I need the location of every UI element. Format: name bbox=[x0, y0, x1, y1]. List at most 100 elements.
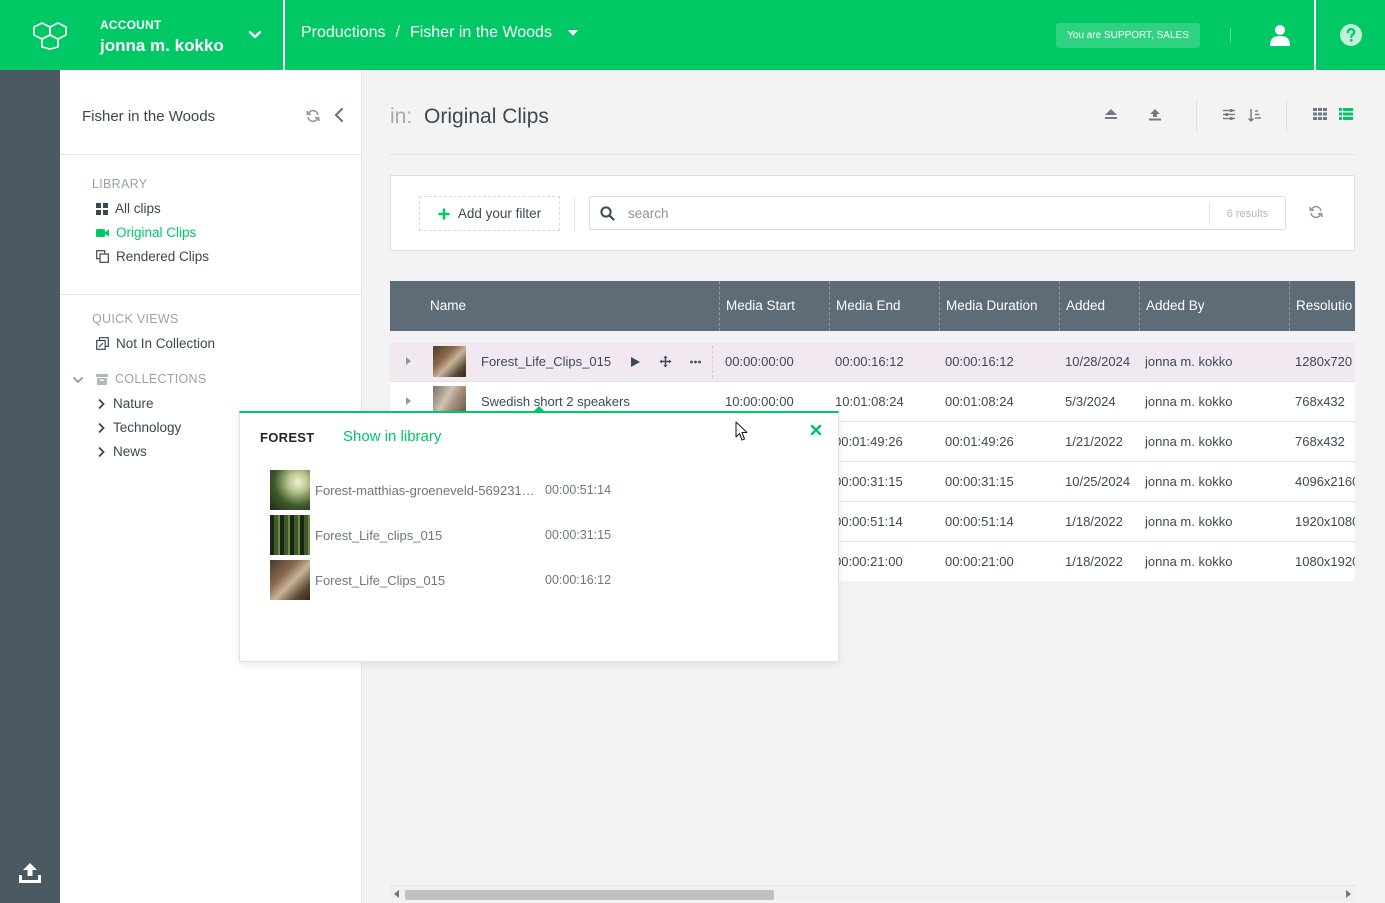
cell-media-duration: 00:01:49:26 bbox=[945, 434, 1014, 449]
eject-icon[interactable] bbox=[1104, 108, 1118, 120]
column-header-media-start[interactable]: Media Start bbox=[719, 281, 795, 331]
collection-item-technology[interactable]: Technology bbox=[96, 420, 181, 435]
close-icon[interactable] bbox=[810, 424, 822, 436]
table-row[interactable]: Forest_Life_Clips_015 00:00:00:00 00:00:… bbox=[390, 342, 1355, 382]
toolbar-divider bbox=[1286, 100, 1287, 132]
cell-added-by: jonna m. kokko bbox=[1145, 394, 1233, 409]
cell-media-duration: 00:00:21:00 bbox=[945, 554, 1014, 569]
top-divider bbox=[1230, 28, 1231, 43]
popover-clip-duration: 00:00:31:15 bbox=[545, 528, 612, 542]
chevron-down-icon[interactable] bbox=[248, 28, 262, 42]
cell-resolution: 1920x1080 bbox=[1295, 514, 1355, 529]
sliders-icon[interactable] bbox=[1222, 108, 1236, 121]
popover-clip-item[interactable]: Forest_Life_clips_015 00:00:31:15 bbox=[270, 515, 670, 555]
collections-heading[interactable]: COLLECTIONS bbox=[96, 372, 207, 386]
account-switcher[interactable]: ACCOUNT jonna m. kokko bbox=[100, 0, 285, 70]
breadcrumb-productions[interactable]: Productions bbox=[301, 24, 386, 42]
sidebar-item-not-in-collection[interactable]: Not In Collection bbox=[96, 336, 215, 351]
grid-icon bbox=[96, 202, 108, 215]
cell-media-start: 00:00:00:00 bbox=[725, 354, 794, 369]
video-camera-icon bbox=[96, 228, 109, 237]
expand-row-icon[interactable] bbox=[406, 397, 411, 405]
archive-box-icon bbox=[96, 373, 108, 385]
collection-label: Technology bbox=[113, 420, 182, 435]
column-header-media-duration[interactable]: Media Duration bbox=[939, 281, 1038, 331]
sidebar-item-rendered-clips[interactable]: Rendered Clips bbox=[96, 249, 209, 264]
library-heading: LIBRARY bbox=[92, 177, 148, 191]
chevron-down-icon[interactable] bbox=[72, 375, 84, 385]
column-header-added-by[interactable]: Added By bbox=[1139, 281, 1205, 331]
cell-resolution: 1080x1920 bbox=[1295, 554, 1355, 569]
popover-arrow bbox=[533, 406, 545, 412]
search-input[interactable] bbox=[628, 203, 1198, 224]
popover-clip-item[interactable]: Forest-matthias-groeneveld-5692314... 00… bbox=[270, 470, 670, 510]
cell-added-by: jonna m. kokko bbox=[1145, 434, 1233, 449]
cell-media-duration: 00:00:51:14 bbox=[945, 514, 1014, 529]
clip-thumbnail bbox=[270, 470, 310, 510]
mouse-cursor-icon bbox=[735, 421, 748, 441]
sort-icon[interactable] bbox=[1248, 108, 1262, 122]
sidebar-item-label: All clips bbox=[115, 201, 161, 216]
cell-added: 1/18/2022 bbox=[1065, 554, 1123, 569]
refresh-icon[interactable] bbox=[1309, 205, 1323, 219]
copy-icon bbox=[96, 250, 109, 263]
help-button[interactable] bbox=[1314, 0, 1385, 70]
cell-resolution: 768x432 bbox=[1295, 434, 1345, 449]
account-label: ACCOUNT bbox=[100, 18, 162, 32]
popover-clip-item[interactable]: Forest_Life_Clips_015 00:00:16:12 bbox=[270, 560, 670, 600]
add-filter-button[interactable]: Add your filter bbox=[419, 196, 560, 231]
scroll-left-icon[interactable] bbox=[394, 890, 399, 898]
cell-media-end: 00:01:49:26 bbox=[834, 434, 903, 449]
clip-thumbnail bbox=[270, 560, 310, 600]
refresh-icon[interactable] bbox=[306, 109, 320, 123]
list-view-icon[interactable] bbox=[1339, 108, 1353, 120]
caret-down-icon[interactable] bbox=[566, 26, 580, 40]
row-divider bbox=[712, 346, 713, 378]
chevron-right-icon bbox=[98, 446, 105, 457]
results-count: 6 results bbox=[1209, 202, 1285, 225]
column-header-media-end[interactable]: Media End bbox=[829, 281, 901, 331]
play-icon[interactable] bbox=[630, 356, 641, 368]
cell-media-duration: 00:00:16:12 bbox=[945, 354, 1014, 369]
collapse-left-icon[interactable] bbox=[333, 108, 345, 122]
cell-media-end: 00:00:51:14 bbox=[834, 514, 903, 529]
move-icon[interactable] bbox=[659, 355, 672, 368]
chevron-right-icon bbox=[98, 398, 105, 409]
column-header-resolution[interactable]: Resolutio bbox=[1289, 281, 1352, 331]
popover-clip-name: Forest_Life_Clips_015 bbox=[315, 573, 446, 588]
column-header-name[interactable]: Name bbox=[424, 281, 466, 331]
scroll-right-icon[interactable] bbox=[1346, 890, 1351, 898]
chevron-right-icon bbox=[98, 422, 105, 433]
cell-media-duration: 00:00:31:15 bbox=[945, 474, 1014, 489]
cell-resolution: 768x432 bbox=[1295, 394, 1345, 409]
role-badge: You are SUPPORT, SALES bbox=[1056, 23, 1200, 48]
upload-icon[interactable] bbox=[1148, 108, 1162, 121]
user-menu-button[interactable] bbox=[1263, 20, 1297, 50]
collection-item-nature[interactable]: Nature bbox=[96, 396, 154, 411]
breadcrumb: Productions / Fisher in the Woods bbox=[301, 24, 580, 42]
app-logo[interactable] bbox=[0, 0, 100, 70]
filter-divider bbox=[574, 196, 575, 231]
sidebar-title: Fisher in the Woods bbox=[82, 108, 216, 125]
breadcrumb-current[interactable]: Fisher in the Woods bbox=[410, 24, 552, 42]
breadcrumb-separator: / bbox=[395, 24, 400, 41]
expand-row-icon[interactable] bbox=[406, 357, 411, 365]
horizontal-scrollbar[interactable] bbox=[390, 885, 1355, 901]
plus-icon bbox=[438, 208, 450, 219]
cubes-logo-icon bbox=[33, 22, 67, 50]
popover-clip-duration: 00:00:51:14 bbox=[545, 483, 612, 497]
cell-media-end: 10:01:08:24 bbox=[835, 394, 904, 409]
collection-item-news[interactable]: News bbox=[96, 444, 147, 459]
upload-button[interactable] bbox=[18, 862, 42, 887]
more-icon[interactable] bbox=[690, 360, 701, 364]
cell-added-by: jonna m. kokko bbox=[1145, 554, 1233, 569]
show-in-library-link[interactable]: Show in library bbox=[343, 428, 441, 445]
scrollbar-thumb[interactable] bbox=[405, 890, 774, 900]
cell-media-end: 00:00:31:15 bbox=[834, 474, 903, 489]
collection-label: News bbox=[113, 444, 147, 459]
grid-view-icon[interactable] bbox=[1313, 108, 1327, 120]
sidebar-item-original-clips[interactable]: Original Clips bbox=[96, 225, 196, 240]
cell-added-by: jonna m. kokko bbox=[1145, 354, 1233, 369]
sidebar-item-all-clips[interactable]: All clips bbox=[96, 201, 161, 216]
column-header-added[interactable]: Added bbox=[1059, 281, 1105, 331]
